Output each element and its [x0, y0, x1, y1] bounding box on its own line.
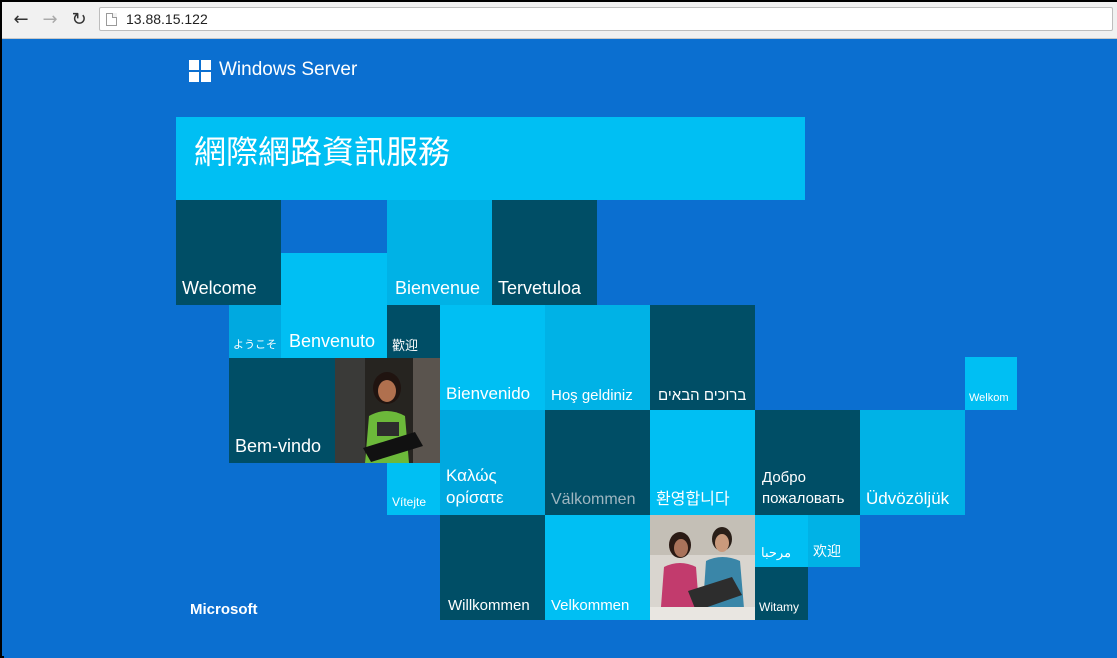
tile-arabic: مرحبا: [755, 515, 808, 567]
tile-willkommen: Willkommen: [440, 515, 545, 620]
tile-bienvenido: Bienvenido: [440, 305, 545, 410]
tile-benvenuto: Benvenuto: [281, 253, 387, 358]
logo-text: Windows Server: [219, 59, 358, 80]
arrow-right-icon[interactable]: →: [39, 9, 61, 31]
tile-huanying-simp: 欢迎: [808, 515, 860, 567]
tile-label: مرحبا: [761, 545, 792, 560]
tile-label: ようこそ: [233, 339, 277, 351]
tile-hos-geldiniz: Hoş geldiniz: [545, 305, 650, 410]
tile-vitejte: Vítejte: [387, 463, 440, 515]
photo-students-laptop: [650, 515, 755, 620]
browser-window: ← → ↻ 13.88.15.122 Windows Server 網際網路資訊…: [0, 0, 1117, 658]
tile-label: Καλώς ορίσατε: [446, 466, 504, 507]
tile-label: ברוכים הבאים: [658, 387, 747, 404]
tile-hebrew: ברוכים הבאים: [650, 305, 755, 410]
tile-label: 欢迎: [813, 543, 841, 559]
microsoft-logo: Microsoft: [190, 601, 258, 618]
tile-label: Velkommen: [551, 597, 630, 614]
browser-toolbar: ← → ↻ 13.88.15.122: [2, 2, 1117, 39]
tile-label: Добро пожаловать: [762, 469, 845, 507]
tile-label: Vítejte: [392, 495, 427, 509]
tile-label: Hoş geldiniz: [551, 387, 633, 404]
tile-russian: Добро пожаловать: [755, 410, 860, 515]
tile-label: Welcome: [182, 278, 257, 298]
address-url[interactable]: 13.88.15.122: [126, 11, 208, 27]
tile-label: Welkom: [969, 392, 1009, 404]
tile-witamy: Witamy: [755, 567, 808, 620]
photo-woman-laptop: [335, 358, 440, 463]
arrow-left-icon[interactable]: ←: [10, 9, 32, 31]
tile-bem-vindo: Bem-vindo: [229, 358, 335, 463]
tile-velkommen: Velkommen: [545, 515, 650, 620]
woman-laptop-image: [335, 358, 440, 463]
tile-valkommen: Välkommen: [545, 410, 650, 515]
page-title: 網際網路資訊服務: [194, 133, 451, 171]
page-content: Windows Server 網際網路資訊服務 Welcome Benvenut…: [4, 39, 1117, 658]
tile-label: Üdvözöljük: [866, 489, 950, 508]
address-bar[interactable]: 13.88.15.122: [99, 7, 1113, 31]
tile-greek: Καλώς ορίσατε: [440, 410, 545, 515]
tile-label: Bienvenido: [446, 384, 531, 403]
tile-korean: 환영합니다: [650, 410, 755, 515]
windows-logo-icon: [189, 60, 211, 82]
tile-tervetuloa: Tervetuloa: [492, 200, 597, 305]
tile-label: Willkommen: [448, 597, 530, 614]
tile-bienvenue: Bienvenue: [387, 200, 492, 305]
tile-label: Välkommen: [551, 491, 636, 508]
title-banner: 網際網路資訊服務: [176, 117, 805, 200]
tile-label: Benvenuto: [289, 331, 376, 351]
reload-icon[interactable]: ↻: [68, 9, 90, 31]
tile-label: Bienvenue: [395, 278, 481, 298]
tile-welcome: Welcome: [176, 200, 281, 305]
tile-label: Tervetuloa: [498, 278, 582, 298]
tile-youkoso: ようこそ: [229, 305, 281, 358]
tile-label: 환영합니다: [656, 491, 730, 508]
tile-label: Bem-vindo: [235, 436, 322, 456]
page-icon: [106, 13, 117, 26]
tile-welkom: Welkom: [965, 357, 1017, 410]
tile-udvozoljuk: Üdvözöljük: [860, 410, 965, 515]
tile-label: 歡迎: [392, 338, 419, 353]
tile-huanying-trad: 歡迎: [387, 305, 440, 358]
tile-label: Witamy: [759, 600, 799, 614]
students-laptop-image: [650, 515, 755, 620]
